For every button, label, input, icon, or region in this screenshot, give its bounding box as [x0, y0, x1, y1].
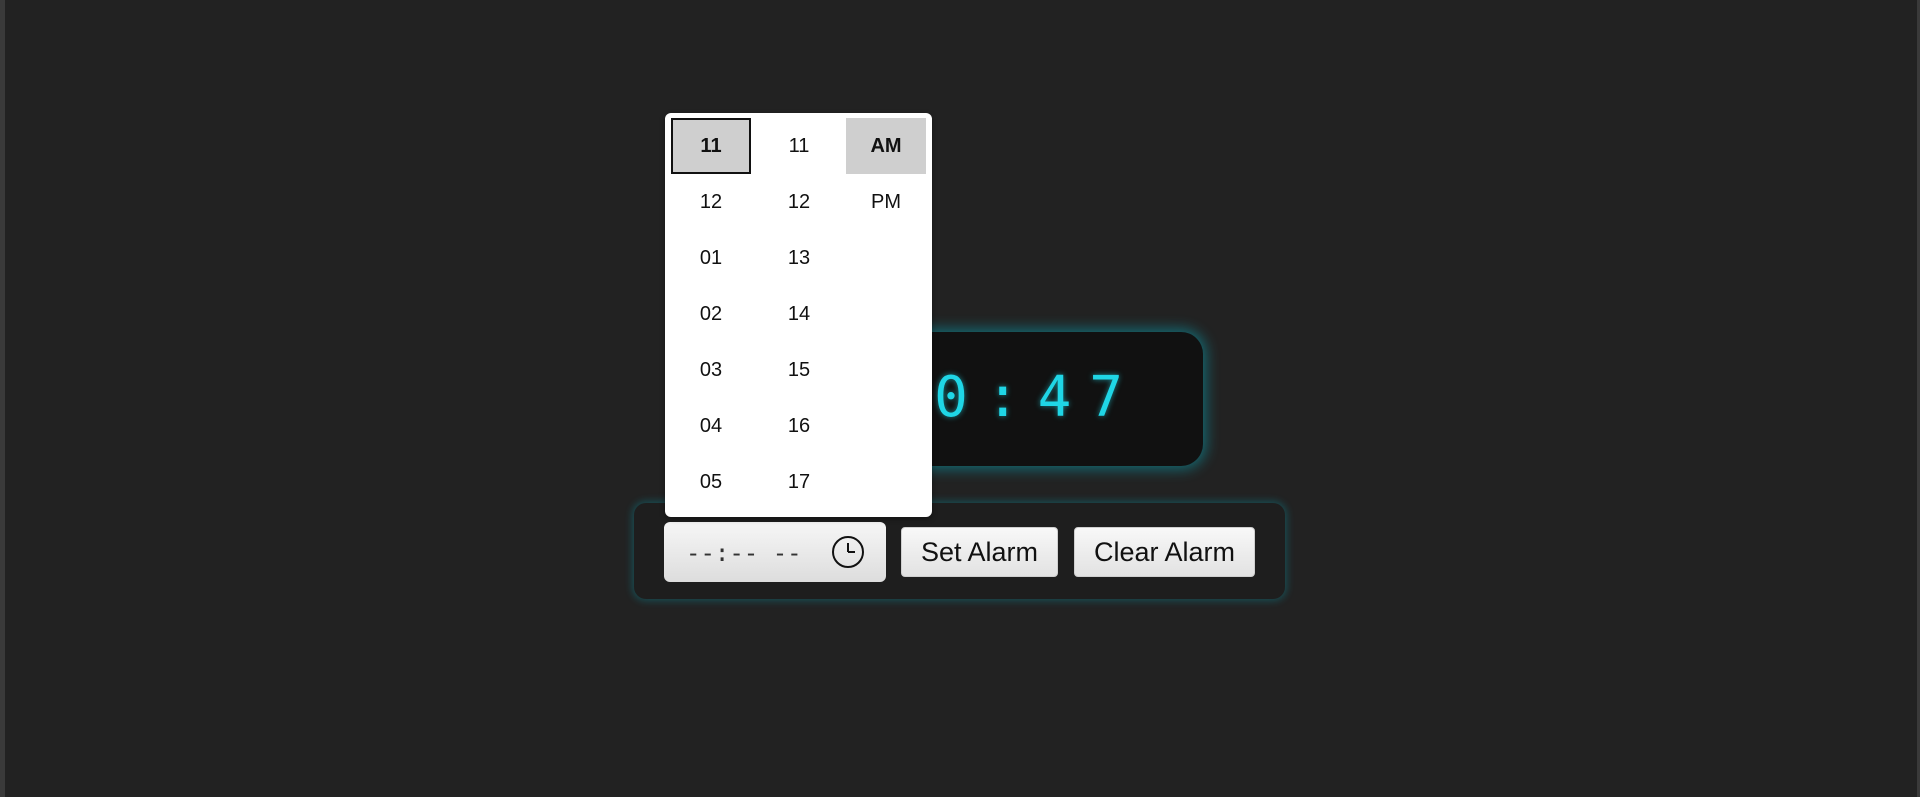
minute-option[interactable]: 14	[759, 286, 839, 342]
hour-option[interactable]: 03	[671, 342, 751, 398]
window-frame-left	[0, 0, 5, 797]
hour-option[interactable]: 05	[671, 454, 751, 510]
clock-icon[interactable]	[831, 535, 865, 569]
hour-option[interactable]: 11	[671, 118, 751, 174]
hour-option[interactable]: 04	[671, 398, 751, 454]
minute-option[interactable]: 15	[759, 342, 839, 398]
minute-option[interactable]: 12	[759, 174, 839, 230]
hour-option[interactable]: 02	[671, 286, 751, 342]
ampm-option-pm[interactable]: PM	[846, 174, 926, 230]
minute-column[interactable]: 11 12 13 14 15 16 17	[759, 118, 839, 510]
alarm-time-input[interactable]: --:-- --	[664, 522, 886, 582]
alarm-time-value: --:-- --	[686, 539, 802, 567]
ampm-column[interactable]: AM PM	[846, 118, 926, 230]
minute-option[interactable]: 17	[759, 454, 839, 510]
hour-option[interactable]: 01	[671, 230, 751, 286]
hour-option[interactable]: 12	[671, 174, 751, 230]
clear-alarm-button[interactable]: Clear Alarm	[1074, 527, 1255, 577]
hour-column[interactable]: 11 12 01 02 03 04 05	[671, 118, 751, 510]
minute-option[interactable]: 13	[759, 230, 839, 286]
minute-option[interactable]: 11	[759, 118, 839, 174]
time-picker-dropdown: 11 12 01 02 03 04 05 11 12 13 14 15 16 1…	[665, 113, 932, 517]
minute-option[interactable]: 16	[759, 398, 839, 454]
set-alarm-button[interactable]: Set Alarm	[901, 527, 1058, 577]
ampm-option-am[interactable]: AM	[846, 118, 926, 174]
